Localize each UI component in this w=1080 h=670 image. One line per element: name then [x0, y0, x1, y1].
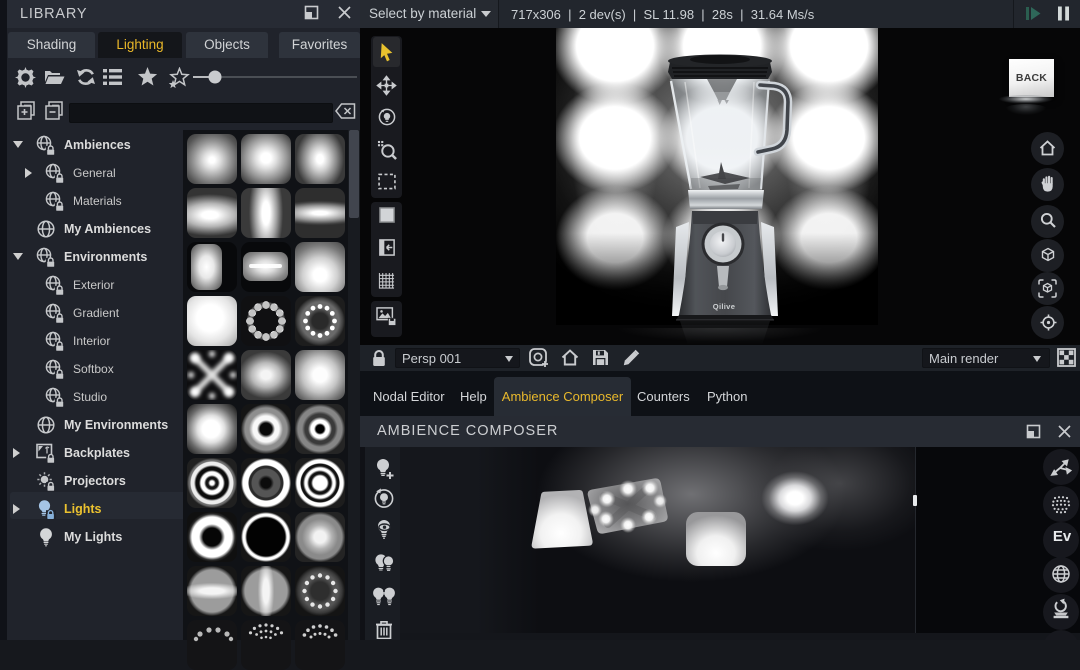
svg-text:Qilive: Qilive: [713, 302, 735, 311]
